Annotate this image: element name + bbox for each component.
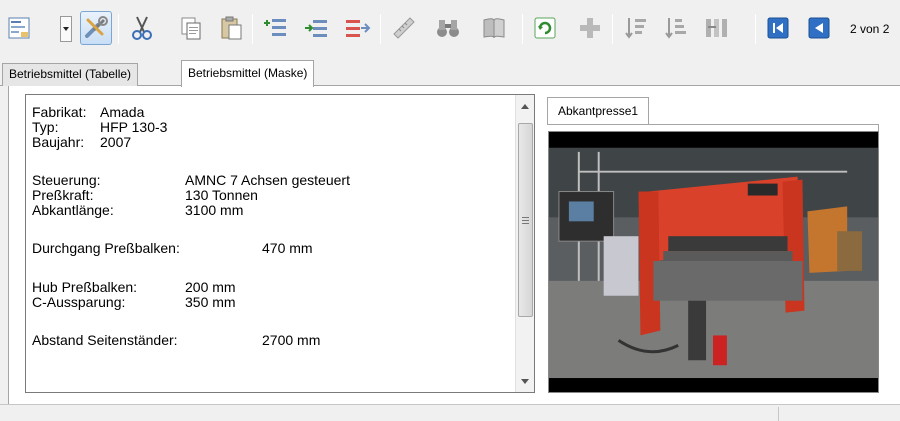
previous-record-icon[interactable]: [803, 11, 835, 45]
sort-ascending-icon[interactable]: [620, 11, 652, 45]
machine-photo: [548, 131, 879, 393]
hub-value: 200 mm: [185, 279, 236, 295]
baujahr-label: Baujahr:: [32, 134, 85, 150]
binoculars-icon[interactable]: [432, 11, 464, 45]
steuerung-value: AMNC 7 Achsen gesteuert: [185, 172, 350, 188]
status-bar: [0, 404, 900, 421]
copy-icon[interactable]: [175, 11, 207, 45]
first-record-icon[interactable]: [762, 11, 794, 45]
durchgang-label: Durchgang Preßbalken:: [32, 240, 180, 256]
cut-icon[interactable]: [126, 11, 158, 45]
image-tab-bar: Abkantpresse1: [547, 97, 879, 132]
sort-descending-icon[interactable]: [660, 11, 692, 45]
scroll-up-arrow-icon[interactable]: [516, 97, 534, 115]
insert-after-icon[interactable]: [300, 11, 332, 45]
durchgang-value: 470 mm: [262, 240, 313, 256]
record-counter: 2 von 2: [850, 22, 890, 36]
details-text[interactable]: Fabrikat: Amada Typ: HFP 130-3 Baujahr: …: [30, 99, 514, 389]
details-textbox[interactable]: Fabrikat: Amada Typ: HFP 130-3 Baujahr: …: [25, 94, 535, 393]
form-view-icon[interactable]: [4, 11, 36, 45]
tools-icon[interactable]: [80, 11, 112, 45]
typ-value: HFP 130-3: [100, 119, 168, 135]
abkantlaenge-label: Abkantlänge:: [32, 202, 114, 218]
add-icon[interactable]: [574, 11, 606, 45]
grip-icon: [522, 216, 529, 224]
typ-label: Typ:: [32, 119, 59, 135]
presskraft-label: Preßkraft:: [32, 187, 94, 203]
scroll-down-arrow-icon[interactable]: [516, 372, 534, 390]
scrollbar-thumb[interactable]: [518, 123, 533, 317]
tab-betriebsmittel-maske[interactable]: Betriebsmittel (Maske): [181, 60, 315, 87]
fabrikat-value: Amada: [100, 104, 145, 120]
move-record-icon[interactable]: [341, 11, 373, 45]
tab-bar: Betriebsmittel (Tabelle) Betriebsmittel …: [0, 60, 900, 87]
status-divider: [778, 407, 779, 421]
hub-label: Hub Preßbalken:: [32, 279, 138, 295]
abkantlaenge-value: 3100 mm: [185, 202, 244, 218]
presskraft-value: 130 Tonnen: [185, 187, 258, 203]
toolbar: 2 von 2: [0, 0, 900, 58]
baujahr-value: 2007: [100, 134, 132, 150]
abstand-label: Abstand Seitenständer:: [32, 332, 178, 348]
ruler-icon[interactable]: [388, 11, 420, 45]
c-aussparung-value: 350 mm: [185, 294, 236, 310]
paste-icon[interactable]: [215, 11, 247, 45]
c-aussparung-label: C-Aussparung:: [32, 294, 126, 310]
insert-record-icon[interactable]: [259, 11, 291, 45]
sort-columns-icon[interactable]: [700, 11, 732, 45]
steuerung-label: Steuerung:: [32, 172, 101, 188]
refresh-icon[interactable]: [529, 11, 561, 45]
tab-abkantpresse1[interactable]: Abkantpresse1: [547, 97, 650, 125]
book-icon[interactable]: [478, 11, 510, 45]
tab-betriebsmittel-tabelle[interactable]: Betriebsmittel (Tabelle): [2, 63, 139, 86]
abstand-value: 2700 mm: [262, 332, 321, 348]
fabrikat-label: Fabrikat:: [32, 104, 87, 120]
view-dropdown-arrow[interactable]: [60, 16, 72, 42]
details-scrollbar[interactable]: [515, 95, 534, 392]
image-tab-divider: [547, 124, 879, 125]
form-panel: Fabrikat: Amada Typ: HFP 130-3 Baujahr: …: [8, 86, 900, 404]
